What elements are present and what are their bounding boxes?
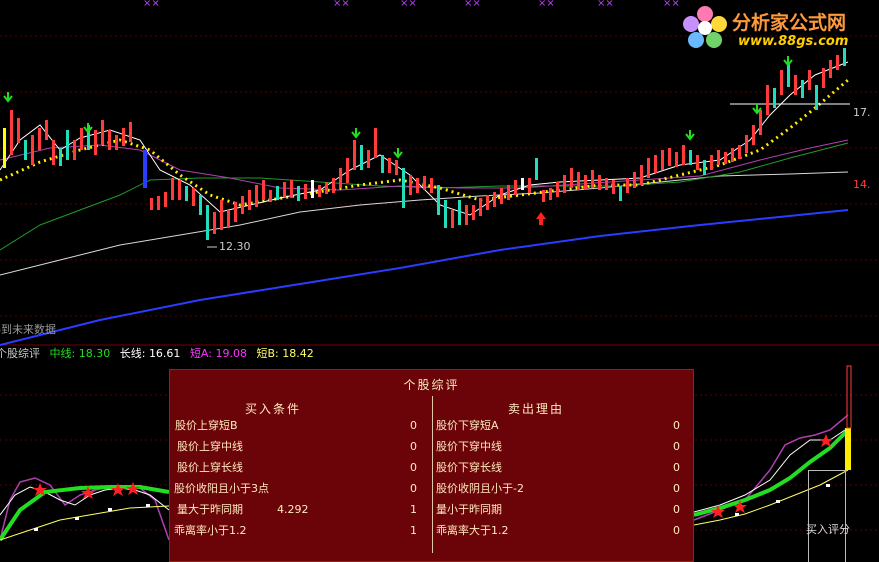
flower-logo-icon [683, 6, 727, 48]
top-marker: ×× [464, 0, 481, 9]
sell-row: 股价下穿长线 0 [436, 461, 680, 474]
buy-arrow-icon [536, 212, 546, 225]
buy-score-box [808, 470, 846, 562]
right-price-lower: 14. [853, 178, 871, 191]
future-data-text: 得到未来数据 [0, 323, 56, 336]
top-marker: ×× [400, 0, 417, 9]
mid-line-readout: 中线: 18.30 [49, 347, 111, 360]
buy-conditions-header: 买入条件 [245, 402, 302, 416]
panel-divider [432, 396, 433, 553]
low-price-label: 12.30 [219, 240, 251, 253]
long-line-readout: 长线: 16.61 [119, 347, 181, 360]
sell-row: 股价下穿短A 0 [436, 419, 680, 432]
ma-blue-line [0, 209, 849, 346]
sell-row: 乖离率大于1.2 0 [436, 524, 680, 537]
top-marker: ×× [538, 0, 555, 9]
score-bar-red-outline [846, 365, 852, 429]
buy-row: 量大于昨同期 4.292 1 [177, 503, 417, 516]
score-bar-yellow [845, 428, 851, 470]
indicator-header: 个股综评 中线: 18.30 长线: 16.61 短A: 19.08 短B: 1… [0, 346, 879, 362]
top-marker: ×× [597, 0, 614, 9]
stock-evaluation-panel: 个股综评 买入条件 卖出理由 股价上穿短B 0 股价上穿中线 0 股价上穿长线 0 股… [169, 369, 694, 562]
shortB-readout: 短B: 18.42 [256, 347, 314, 360]
sell-row: 股价收阴且小于-2 0 [436, 482, 680, 495]
logo-url: www.88gs.com [738, 34, 849, 49]
ma-white-thin-line [0, 61, 849, 216]
buy-row: 股价上穿中线 0 [177, 440, 417, 453]
logo-title: 分析家公式网 [732, 12, 847, 34]
top-marker: ×× [663, 0, 680, 9]
buy-row: 股价上穿长线 0 [177, 461, 417, 474]
candles [3, 48, 846, 240]
sell-reasons-header: 卖出理由 [508, 402, 565, 416]
shortA-readout: 短A: 19.08 [189, 347, 247, 360]
sell-row: 量小于昨同期 0 [436, 503, 680, 516]
top-marker: ×× [333, 0, 350, 9]
buy-score-label: 买入评分 [806, 523, 850, 536]
buy-row: 股价上穿短B 0 [175, 419, 417, 432]
indicator-name: 个股综评 [0, 347, 40, 360]
site-logo[interactable]: 分析家公式网 www.88gs.com [680, 4, 875, 54]
top-marker: ×× [143, 0, 160, 9]
panel-title: 个股综评 [403, 378, 460, 392]
right-price-upper: 17. [853, 106, 871, 119]
buy-row: 乖离率小于1.2 1 [174, 524, 417, 537]
sell-row: 股价下穿中线 0 [436, 440, 680, 453]
buy-row: 股价收阳且小于3点 0 [174, 482, 417, 495]
